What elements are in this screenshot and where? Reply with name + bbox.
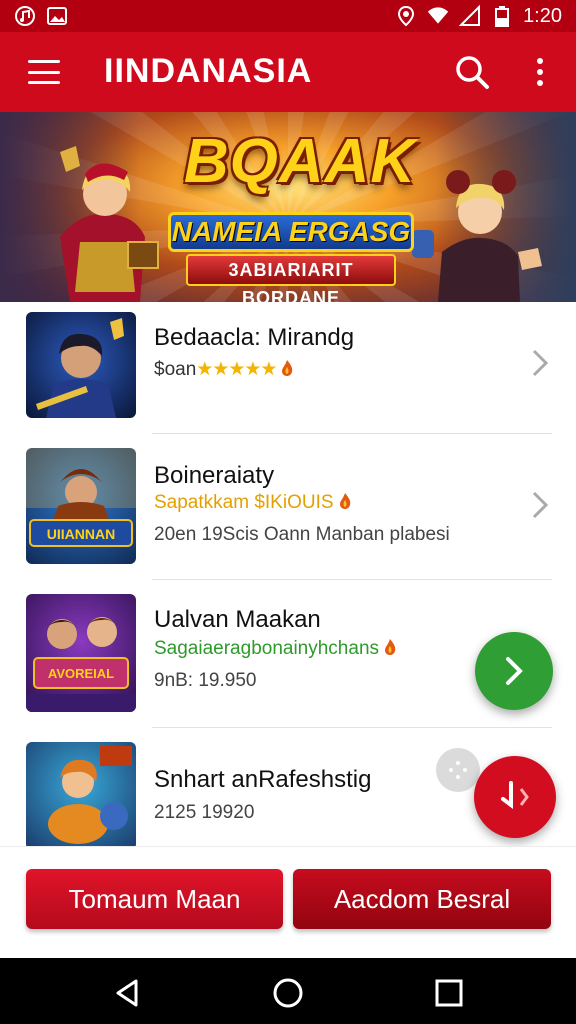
menu-icon[interactable]: [26, 56, 62, 88]
no-signal-icon: [459, 5, 481, 27]
chevron-right-icon: [532, 349, 549, 377]
svg-text:UIIANNAN: UIIANNAN: [47, 526, 115, 542]
secondary-action-button[interactable]: Aacdom Besral: [293, 869, 551, 929]
music-note-icon: [14, 5, 36, 27]
game-rating-row: $oan★★★★★: [154, 358, 294, 381]
game-title: Boineraiaty: [154, 462, 275, 489]
game-title: Ualvan Maakan: [154, 606, 321, 633]
game-thumbnail: [26, 742, 136, 846]
status-time: 1:20: [523, 4, 562, 27]
game-thumbnail: UIIANNAN: [26, 448, 136, 564]
promo-banner[interactable]: BQAAK NAMEIA ERGASG 3ABIARIARIT BORDANE: [0, 112, 576, 302]
app-bar: IINDANASIA: [0, 32, 576, 112]
home-icon[interactable]: [271, 976, 305, 1010]
flame-icon: [282, 360, 293, 376]
game-title: Bedaacla: Mirandg: [154, 324, 355, 351]
more-vert-icon[interactable]: [528, 52, 552, 92]
location-icon: [395, 5, 417, 27]
rating-stars: ★★★★★: [196, 359, 277, 380]
game-details: 2125 19920: [154, 802, 255, 823]
next-fab-button[interactable]: [475, 632, 553, 710]
banner-title: BQAAK: [183, 127, 417, 196]
flame-icon: [339, 493, 350, 509]
banner-ribbon: 3ABIARIARIT BORDANE: [186, 254, 396, 302]
system-nav-bar: [0, 958, 576, 1024]
back-icon[interactable]: [110, 976, 144, 1010]
game-subtitle-text: Sagaiaeragbonainyhchans: [154, 638, 380, 659]
status-left: [14, 5, 68, 27]
status-bar: 1:20: [0, 0, 576, 32]
action-fab-button[interactable]: [474, 756, 556, 838]
grid-dots-icon: [449, 761, 467, 779]
primary-action-button[interactable]: Tomaum Maan: [26, 869, 283, 929]
game-details: 20en 19Scis Oann Manban plabesi: [154, 524, 450, 545]
search-icon[interactable]: [452, 52, 492, 92]
game-subtitle-text: Sapatkkam $IKiOUIS: [154, 492, 334, 513]
image-icon: [46, 5, 68, 27]
faded-overlay-button[interactable]: [436, 748, 480, 792]
chevron-right-icon: [506, 657, 523, 685]
bottom-action-bar: Tomaum Maan Aacdom Besral: [0, 846, 576, 958]
game-subtitle: Sapatkkam $IKiOUIS: [154, 492, 352, 514]
game-subtitle: Sagaiaeragbonainyhchans: [154, 638, 397, 660]
wifi-icon: [427, 5, 449, 27]
status-right: 1:20: [395, 5, 562, 28]
game-thumbnail: AVOREIAL: [26, 594, 136, 712]
banner-subtitle: NAMEIA ERGASG: [168, 212, 414, 252]
svg-text:AVOREIAL: AVOREIAL: [48, 666, 114, 681]
recents-icon[interactable]: [432, 976, 466, 1010]
game-details: 9nB: 19.950: [154, 670, 257, 691]
chevron-right-icon: [532, 491, 549, 519]
app-title: IINDANASIA: [104, 52, 313, 90]
battery-icon: [491, 5, 513, 27]
flame-icon: [385, 639, 396, 655]
game-price: $oan: [154, 359, 197, 380]
game-list-item[interactable]: UIIANNAN Boineraiaty Sapatkkam $IKiOUIS …: [0, 434, 576, 580]
game-list-item[interactable]: Bedaacla: Mirandg $oan★★★★★: [0, 302, 576, 434]
game-title: Snhart anRafeshstig: [154, 766, 372, 793]
game-thumbnail: [26, 312, 136, 418]
download-arrow-icon: [501, 781, 529, 809]
